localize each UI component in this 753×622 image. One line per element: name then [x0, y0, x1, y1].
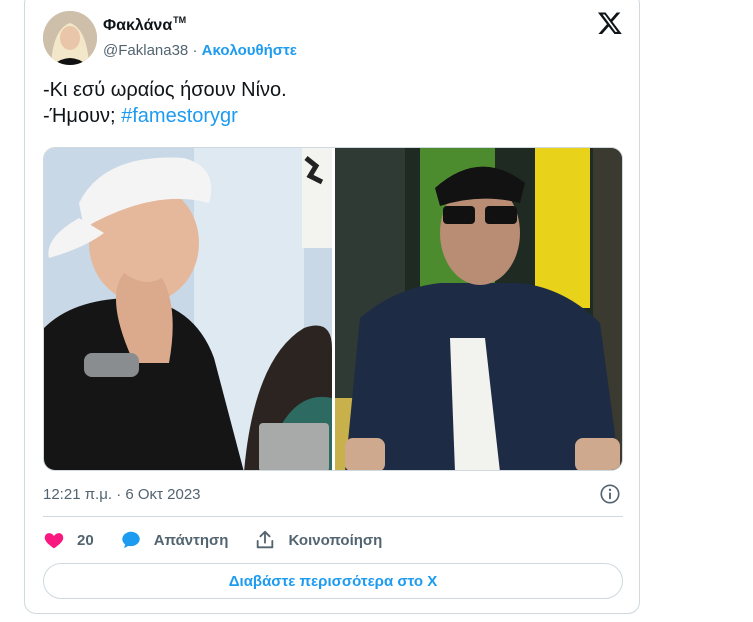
- tweet-text: -Κι εσύ ωραίος ήσουν Νίνο. -Ήμουν; #fame…: [43, 77, 287, 129]
- tweet-timestamp[interactable]: 12:21 π.μ. · 6 Οκτ 2023: [43, 486, 201, 503]
- x-logo-icon[interactable]: [597, 10, 623, 36]
- author-handle-line: @Faklana38 · Ακολουθήστε: [103, 42, 297, 59]
- author-handle[interactable]: @Faklana38: [103, 42, 188, 59]
- follow-link[interactable]: Ακολουθήστε: [202, 42, 297, 59]
- author-name-text[interactable]: Φακλάνα: [103, 17, 172, 34]
- heart-icon: [44, 533, 64, 549]
- tweet-media[interactable]: [43, 147, 623, 471]
- hashtag-link[interactable]: #famestorygr: [121, 105, 238, 127]
- tweet-text-line-1: -Κι εσύ ωραίος ήσουν Νίνο.: [43, 79, 287, 101]
- like-button[interactable]: 20: [43, 529, 94, 551]
- reply-bubble-icon: [121, 531, 140, 549]
- media-image-right[interactable]: [335, 148, 622, 470]
- read-more-button[interactable]: Διαβάστε περισσότερα στο X: [43, 563, 623, 599]
- info-icon[interactable]: [599, 483, 621, 505]
- reply-label: Απάντηση: [153, 531, 229, 549]
- tweet-embed-card: ΦακλάναTM @Faklana38 · Ακολουθήστε -Κι ε…: [24, 0, 640, 614]
- actions-divider: [43, 516, 623, 517]
- tweet-text-line-2-prefix: -Ήμουν;: [43, 105, 122, 127]
- tweet-actions: 20 Απάντηση Κοινοποίηση: [43, 529, 408, 551]
- media-image-left[interactable]: [44, 148, 332, 470]
- like-count: 20: [77, 531, 94, 549]
- author-avatar[interactable]: [43, 11, 97, 65]
- handle-separator: ·: [192, 42, 198, 59]
- share-upload-icon: [257, 530, 274, 549]
- reply-button[interactable]: Απάντηση: [120, 529, 229, 551]
- author-name-suffix: TM: [173, 15, 187, 25]
- share-button[interactable]: Κοινοποίηση: [254, 529, 382, 551]
- author-name[interactable]: ΦακλάναTM: [103, 15, 187, 35]
- share-label: Κοινοποίηση: [288, 531, 383, 549]
- tweet-text-line-2: -Ήμουν; #famestorygr: [43, 103, 287, 129]
